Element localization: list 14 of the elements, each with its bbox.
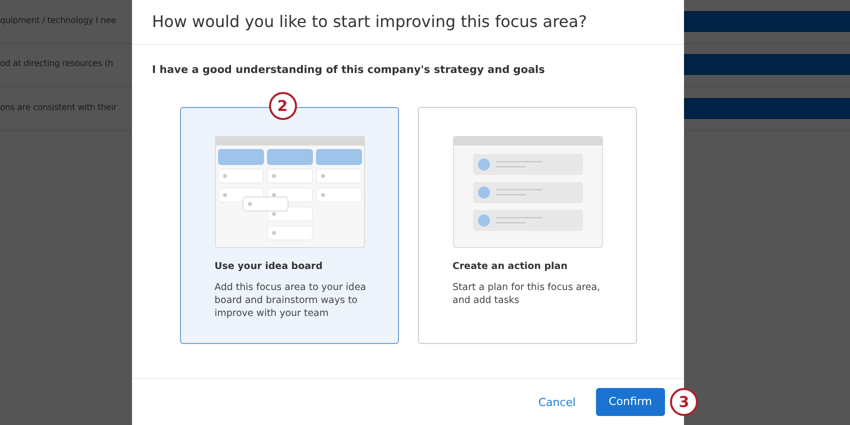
option-description: Start a plan for this focus area, and add tasks <box>452 282 602 308</box>
step-callout: 3 <box>670 388 698 416</box>
cancel-button[interactable]: Cancel <box>532 390 582 416</box>
background-row-text: quipment / technology I nee <box>0 14 116 28</box>
dialog-title: How would you like to start improving this focus area? <box>152 11 587 33</box>
step-callout: 2 <box>268 92 296 120</box>
background-row-text: ons are consistent with their <box>0 102 117 115</box>
option-card[interactable]: Create an action plan Start a plan for this focus area, and add tasks <box>418 106 636 344</box>
option-title: Use your idea board <box>214 260 324 274</box>
option-title: Create an action plan <box>452 260 568 274</box>
confirm-button[interactable]: Confirm <box>596 388 665 416</box>
background-row-text: od at directing resources (h <box>0 58 113 72</box>
question-text: I have a good understanding of this company's strategy and goals <box>152 63 546 78</box>
option-description: Add this focus area to your idea board and brainstorm ways to improve with your team <box>214 282 368 320</box>
